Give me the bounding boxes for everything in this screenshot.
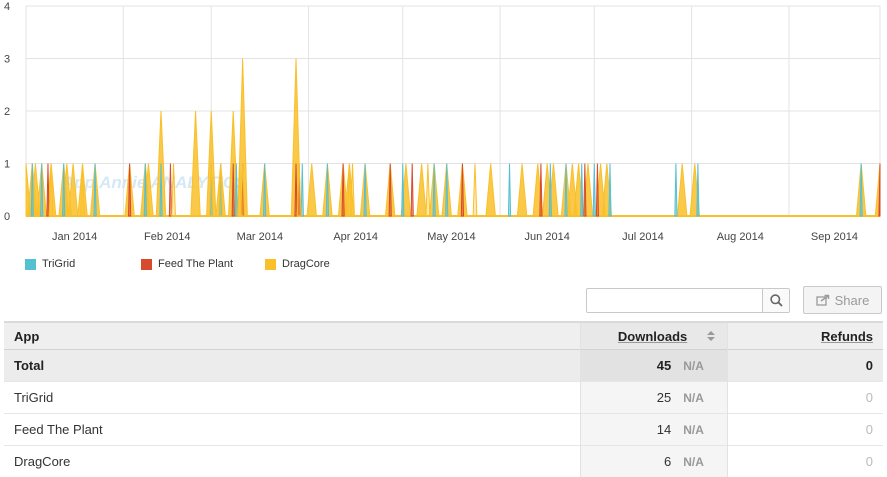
legend-swatch-trigrid [25,259,36,270]
feed-the-plant-spike [584,164,586,217]
dragcore-spike [677,164,686,217]
downloads-value: 45 [631,358,671,373]
dragcore-spike [351,164,355,217]
feed-the-plant-spike [540,164,542,217]
downloads-change: N/A [683,391,717,405]
sort-icon[interactable] [707,331,715,341]
downloads-change: N/A [683,359,717,373]
trigrid-spike [549,164,551,217]
dragcore-spike [219,164,223,217]
cell-app: Total [4,350,581,382]
chart-legend: TriGrid Feed The Plant DragCore [25,257,425,273]
downloads-table: App Downloads Refunds Total 45 N/A 0 [4,321,883,477]
dragcore-spike [49,164,53,217]
trigrid-spike [593,164,595,217]
downloads-chart: App Annie ANALYTICS 01234 Jan 2014Feb 20… [0,0,887,250]
search-button[interactable] [762,289,789,312]
legend-label: DragCore [282,257,330,271]
cell-downloads: 45 N/A [581,350,728,382]
feed-the-plant-spike [169,164,171,217]
dragcore-spike [486,164,495,217]
search-input[interactable] [587,289,763,312]
legend-item-feed-the-plant[interactable]: Feed The Plant [141,257,233,271]
legend-label: TriGrid [42,257,75,271]
dragcore-spike [473,164,477,217]
feed-the-plant-spike [596,164,598,217]
y-tick-label: 2 [4,106,10,118]
share-label: Share [835,293,870,308]
x-tick-label: Mar 2014 [237,231,283,243]
x-tick-label: Feb 2014 [144,231,190,243]
y-tick-label: 4 [4,1,10,13]
search-box [586,288,790,313]
legend-swatch-dragcore [265,259,276,270]
trigrid-spike [697,164,699,217]
trigrid-spike [581,164,583,217]
y-axis-ticks: 0 1 2 3 4 [4,1,10,223]
x-axis-ticks: Jan 2014 Feb 2014 Mar 2014 Apr 2014 May 2014… [52,231,858,243]
cell-refunds: 0 [728,382,883,414]
cell-downloads: 25 N/A [581,382,728,414]
downloads-value: 25 [631,390,671,405]
feed-the-plant-spike [47,164,49,217]
cell-app: DragCore [4,446,581,477]
cell-downloads: 6 N/A [581,446,728,477]
table-row[interactable]: Feed The Plant 14 N/A 0 [4,414,883,446]
cell-app: Feed The Plant [4,414,581,446]
dragcore-spike [426,164,430,217]
trigrid-spike [301,164,303,217]
trigrid-spike [609,164,611,217]
column-header-downloads-label: Downloads [618,329,687,344]
table-header-row: App Downloads Refunds [4,322,883,350]
column-header-app-label: App [14,329,39,344]
y-tick-label: 3 [4,54,10,66]
table-row-total: Total 45 N/A 0 [4,350,883,382]
dragcore-spike [517,164,526,217]
x-tick-label: Sep 2014 [811,231,858,243]
dragcore-spike [81,164,85,217]
share-icon [816,294,830,306]
trigrid-spike [402,164,404,217]
legend-label: Feed The Plant [158,257,233,271]
x-tick-label: Jun 2014 [525,231,570,243]
downloads-value: 14 [631,422,671,437]
x-tick-label: Apr 2014 [333,231,378,243]
dragcore-spike [172,164,176,217]
x-tick-label: Aug 2014 [717,231,764,243]
share-button[interactable]: Share [803,286,882,314]
legend-item-dragcore[interactable]: DragCore [265,257,330,271]
cell-refunds: 0 [728,350,883,382]
trigrid-spike [508,164,510,217]
column-header-app[interactable]: App [4,322,581,350]
dragcore-spike [417,164,426,217]
downloads-change: N/A [683,423,717,437]
search-icon [770,294,783,307]
x-tick-label: Jan 2014 [52,231,97,243]
cell-app: TriGrid [4,382,581,414]
column-header-downloads[interactable]: Downloads [581,322,728,350]
cell-refunds: 0 [728,414,883,446]
legend-item-trigrid[interactable]: TriGrid [25,257,75,271]
y-tick-label: 1 [4,159,10,171]
x-tick-label: May 2014 [427,231,475,243]
cell-refunds: 0 [728,446,883,477]
downloads-change: N/A [683,455,717,469]
chart-series [26,59,880,217]
y-tick-label: 0 [4,211,10,223]
legend-swatch-feed-the-plant [141,259,152,270]
column-header-refunds[interactable]: Refunds [728,322,883,350]
trigrid-spike [675,164,677,217]
x-tick-label: Jul 2014 [622,231,664,243]
column-header-refunds-label: Refunds [821,329,873,344]
feed-the-plant-spike [411,164,413,217]
table-row[interactable]: TriGrid 25 N/A 0 [4,382,883,414]
cell-downloads: 14 N/A [581,414,728,446]
downloads-value: 6 [631,454,671,469]
table-row[interactable]: DragCore 6 N/A 0 [4,446,883,477]
